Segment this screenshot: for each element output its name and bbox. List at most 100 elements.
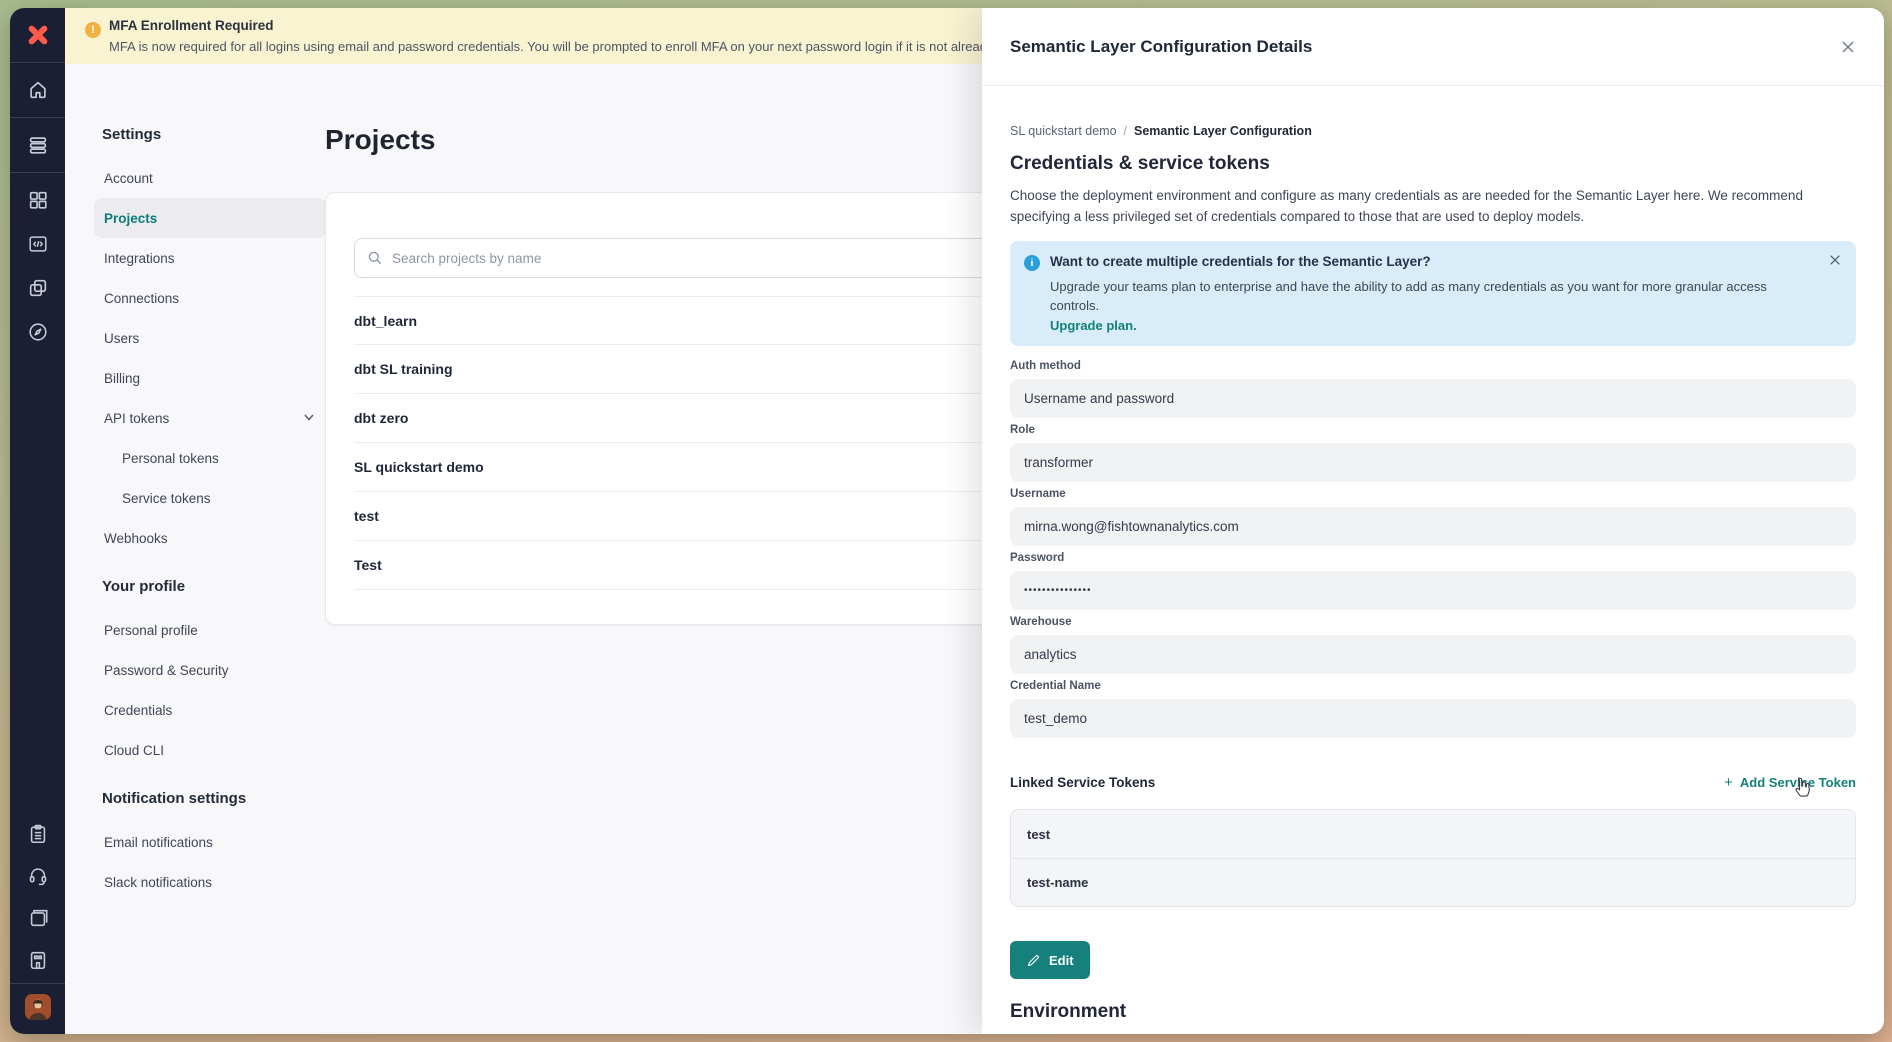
auth-method-label: Auth method [1010, 360, 1856, 374]
deploy-jobs-icon [27, 134, 49, 156]
docs-icon [27, 907, 49, 929]
avatar-image [25, 994, 51, 1020]
chevron-down-icon [302, 410, 316, 427]
info-banner-close-button[interactable] [1828, 253, 1842, 267]
dbt-logo-icon [24, 21, 52, 49]
linked-tokens-heading: Linked Service Tokens [1010, 775, 1155, 790]
plus-icon: + [1724, 774, 1733, 791]
your-profile-heading: Your profile [94, 578, 326, 598]
breadcrumb: SL quickstart demo / Semantic Layer Conf… [1010, 124, 1856, 138]
auth-method-field: Username and password [1010, 379, 1856, 418]
left-rail [10, 8, 65, 1034]
auth-method-group: Auth method Username and password [1010, 360, 1856, 418]
pencil-icon [1026, 953, 1041, 968]
add-service-token-button[interactable]: + Add Service Token [1724, 774, 1856, 791]
sidebar-item-credentials[interactable]: Credentials [94, 690, 326, 730]
copies-icon [27, 277, 49, 299]
sidebar-item-integrations[interactable]: Integrations [94, 238, 326, 278]
info-icon: i [1024, 255, 1040, 271]
rail-divider [10, 983, 65, 984]
semantic-layer-drawer: Semantic Layer Configuration Details SL … [982, 8, 1884, 1034]
sidebar-item-personal-tokens[interactable]: Personal tokens [94, 438, 326, 478]
workspace-nav[interactable] [27, 949, 49, 971]
warehouse-group: Warehouse analytics [1010, 616, 1856, 674]
role-field: transformer [1010, 443, 1856, 482]
dashboard-nav[interactable] [27, 189, 49, 211]
headset-icon [27, 865, 49, 887]
clipboard-icon [27, 823, 49, 845]
edit-button-label: Edit [1049, 953, 1074, 968]
warehouse-label: Warehouse [1010, 616, 1856, 630]
upgrade-info-banner: i Want to create multiple credentials fo… [1010, 241, 1856, 346]
credential-name-group: Credential Name test_demo [1010, 680, 1856, 738]
sidebar-item-email-notifications[interactable]: Email notifications [94, 822, 326, 862]
credentials-section-heading: Credentials & service tokens [1010, 153, 1856, 175]
upgrade-plan-link[interactable]: Upgrade plan. [1050, 318, 1816, 333]
search-icon [367, 250, 383, 266]
drawer-close-button[interactable] [1840, 39, 1856, 55]
home-nav[interactable] [10, 63, 65, 117]
dashboard-grid-icon [27, 189, 49, 211]
warning-icon: ! [85, 22, 101, 38]
dbt-logo[interactable] [10, 8, 65, 62]
sidebar-item-account[interactable]: Account [94, 158, 326, 198]
password-label: Password [1010, 552, 1856, 566]
role-group: Role transformer [1010, 424, 1856, 482]
sidebar-item-connections[interactable]: Connections [94, 278, 326, 318]
settings-heading: Settings [94, 126, 326, 146]
linked-tokens-header: Linked Service Tokens + Add Service Toke… [1010, 774, 1856, 791]
close-icon [1828, 253, 1842, 267]
password-group: Password ••••••••••••••• [1010, 552, 1856, 610]
username-label: Username [1010, 488, 1856, 502]
sidebar-item-projects[interactable]: Projects [94, 198, 326, 238]
close-icon [1840, 39, 1856, 55]
environment-description: Select the deployment environment to run… [1010, 1033, 1856, 1034]
drawer-body: SL quickstart demo / Semantic Layer Conf… [982, 86, 1884, 1034]
sidebar-item-service-tokens[interactable]: Service tokens [94, 478, 326, 518]
password-field: ••••••••••••••• [1010, 571, 1856, 610]
sidebar-item-password-security[interactable]: Password & Security [94, 650, 326, 690]
settings-nav: Settings Account Projects Integrations C… [94, 126, 326, 902]
breadcrumb-parent[interactable]: SL quickstart demo [1010, 124, 1117, 138]
page-title: Projects [325, 124, 436, 156]
code-editor-icon [27, 233, 49, 255]
info-banner-title: Want to create multiple credentials for … [1050, 254, 1431, 271]
sidebar-item-users[interactable]: Users [94, 318, 326, 358]
docs-nav[interactable] [27, 907, 49, 929]
warehouse-field: analytics [1010, 635, 1856, 674]
ide-nav[interactable] [27, 233, 49, 255]
credential-name-label: Credential Name [1010, 680, 1856, 694]
username-group: Username mirna.wong@fishtownanalytics.co… [1010, 488, 1856, 546]
sidebar-item-webhooks[interactable]: Webhooks [94, 518, 326, 558]
home-icon [27, 79, 49, 101]
username-field: mirna.wong@fishtownanalytics.com [1010, 507, 1856, 546]
sidebar-item-slack-notifications[interactable]: Slack notifications [94, 862, 326, 902]
credential-name-field: test_demo [1010, 699, 1856, 738]
edit-button[interactable]: Edit [1010, 941, 1090, 979]
notification-settings-heading: Notification settings [94, 790, 326, 810]
sidebar-item-personal-profile[interactable]: Personal profile [94, 610, 326, 650]
sidebar-item-api-tokens[interactable]: API tokens [94, 398, 326, 438]
changelog-nav[interactable] [27, 823, 49, 845]
breadcrumb-separator: / [1124, 124, 1127, 138]
role-label: Role [1010, 424, 1856, 438]
deploy-nav[interactable] [10, 118, 65, 172]
user-avatar[interactable] [25, 994, 51, 1020]
building-icon [27, 949, 49, 971]
support-nav[interactable] [27, 865, 49, 887]
sidebar-item-billing[interactable]: Billing [94, 358, 326, 398]
add-service-token-label: Add Service Token [1740, 775, 1856, 790]
linked-tokens-list: test test-name [1010, 809, 1856, 907]
environments-nav[interactable] [27, 277, 49, 299]
info-banner-body: Upgrade your teams plan to enterprise an… [1050, 277, 1816, 315]
drawer-title: Semantic Layer Configuration Details [1010, 37, 1312, 57]
app-window: ! MFA Enrollment Required MFA is now req… [10, 8, 1884, 1034]
explore-nav[interactable] [27, 321, 49, 343]
sidebar-item-label: API tokens [104, 411, 169, 426]
token-row: test [1011, 810, 1855, 858]
compass-icon [27, 321, 49, 343]
breadcrumb-current: Semantic Layer Configuration [1134, 124, 1312, 138]
mfa-banner-title: MFA Enrollment Required [109, 18, 274, 33]
credentials-section-description: Choose the deployment environment and co… [1010, 185, 1856, 227]
sidebar-item-cloud-cli[interactable]: Cloud CLI [94, 730, 326, 770]
